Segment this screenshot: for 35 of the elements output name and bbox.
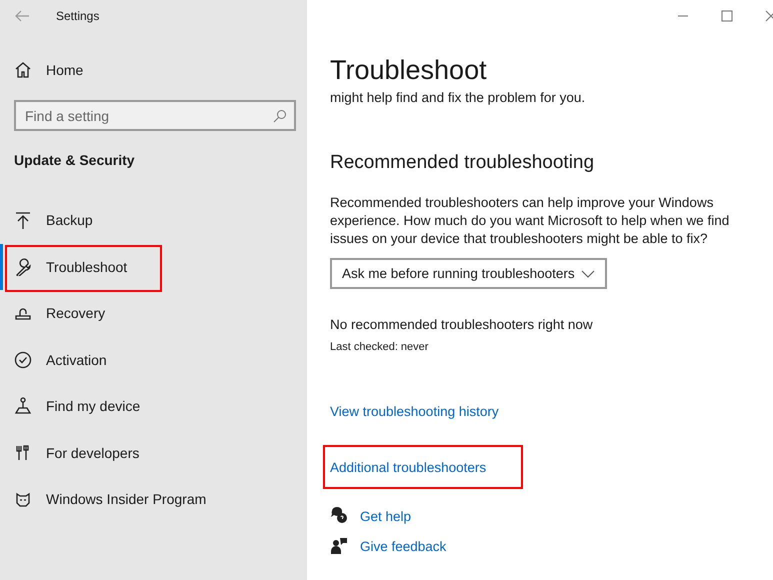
link[interactable]: Give feedback (360, 538, 446, 554)
maximize-icon (721, 10, 733, 22)
close-icon (765, 10, 773, 22)
troubleshooter-dropdown[interactable]: Ask me before running troubleshooters (330, 258, 607, 289)
sidebar-item[interactable]: Troubleshoot (0, 244, 307, 290)
help-chat-icon (330, 507, 348, 525)
intro-text: might help find and fix the problem for you. (330, 90, 586, 105)
link[interactable]: Get help (360, 508, 412, 524)
last-checked-text: Last checked: never (330, 341, 430, 353)
page-title: Troubleshoot (330, 54, 488, 86)
home-nav-item[interactable]: Home (0, 47, 307, 93)
upload-arrow-icon (14, 211, 32, 230)
search-field[interactable]: Find a setting (14, 100, 296, 131)
window-title: Settings (56, 9, 100, 23)
check-circle-icon (14, 350, 32, 369)
link[interactable]: View troubleshooting history (330, 404, 499, 419)
home-icon (14, 61, 32, 79)
sidebar-item[interactable]: Find my device (0, 383, 307, 430)
location-person-icon (14, 397, 32, 416)
cat-icon (14, 490, 32, 508)
section-heading: Update & Security (14, 152, 136, 168)
search-icon (273, 109, 287, 123)
wrench-icon (14, 258, 32, 276)
feedback-person-icon (330, 537, 348, 555)
link[interactable]: Additional troubleshooters (330, 460, 486, 475)
sidebar-item[interactable]: Activation (0, 336, 307, 383)
chevron-down-icon (581, 270, 595, 278)
section-heading: Recommended troubleshooting (330, 152, 596, 174)
sidebar-item[interactable]: Windows Insider Program (0, 476, 307, 522)
description-text: Recommended troubleshooters can help improve your Windows experience. How much do you want Microsoft to help when we find issues on your device that troubleshooters might be able to fix? (330, 194, 730, 248)
status-text: No recommended troubleshooters right now (330, 317, 594, 332)
back-arrow-icon (14, 10, 30, 22)
sidebar-item[interactable]: Recovery (0, 290, 307, 336)
sidebar-item[interactable]: For developers (0, 430, 307, 476)
sidebar-item[interactable]: Backup (0, 197, 307, 244)
